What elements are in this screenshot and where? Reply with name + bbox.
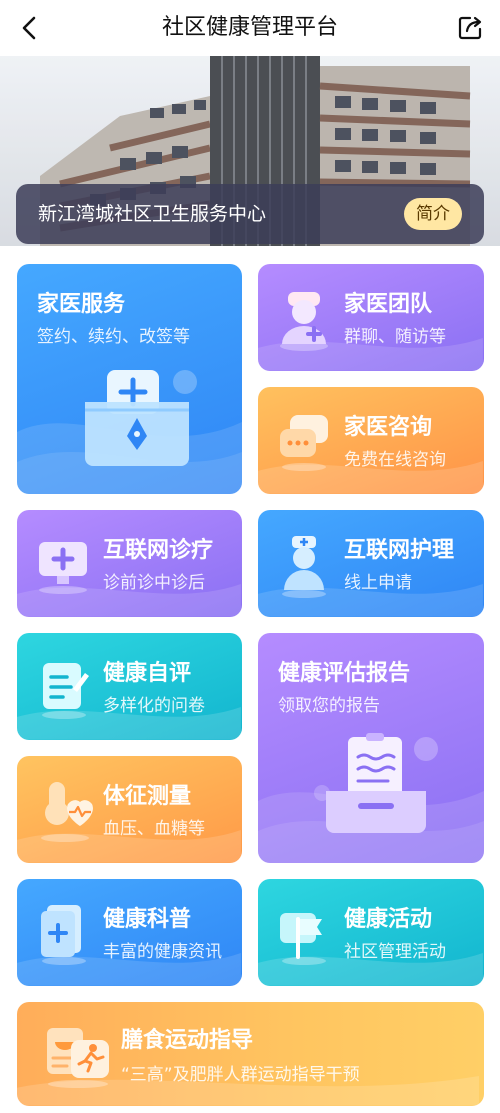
card-subtitle: 免费在线咨询 bbox=[344, 450, 446, 470]
card-subtitle: 丰富的健康资讯 bbox=[103, 942, 222, 962]
card-title: 家医服务 bbox=[37, 292, 126, 317]
vital-signs-card[interactable]: 体征测量 血压、血糖等 bbox=[17, 756, 242, 863]
card-title: 体征测量 bbox=[103, 784, 192, 809]
family-doctor-consult-card[interactable]: 家医咨询 免费在线咨询 bbox=[258, 387, 484, 494]
questionnaire-icon bbox=[42, 663, 89, 719]
health-activity-card[interactable]: 健康活动 社区管理活动 bbox=[258, 879, 484, 986]
health-assessment-report-card[interactable]: 健康评估报告 领取您的报告 bbox=[258, 633, 484, 863]
nurse-icon bbox=[282, 536, 326, 598]
card-title: 健康科普 bbox=[103, 907, 192, 932]
report-tray-icon bbox=[314, 733, 438, 833]
internet-clinic-card[interactable]: 互联网诊疗 诊前诊中诊后 bbox=[17, 510, 242, 617]
medical-book-icon bbox=[41, 905, 86, 965]
card-subtitle: “三高”及肥胖人群运动指导干预 bbox=[121, 1065, 360, 1085]
family-doctor-team-card[interactable]: 家医团队 群聊、随访等 bbox=[258, 264, 484, 371]
flag-icon bbox=[280, 913, 326, 965]
diet-exercise-guidance-card[interactable]: 膳食运动指导 “三高”及肥胖人群运动指导干预 bbox=[17, 1002, 484, 1106]
diet-exercise-icon bbox=[47, 1028, 109, 1088]
card-title: 健康评估报告 bbox=[278, 661, 411, 686]
card-title: 膳食运动指导 bbox=[121, 1028, 254, 1053]
card-title: 家医咨询 bbox=[344, 415, 433, 440]
intro-button[interactable]: 简介 bbox=[404, 198, 462, 230]
heart-rate-icon bbox=[41, 782, 93, 842]
card-subtitle: 签约、续约、改签等 bbox=[37, 327, 190, 347]
card-title: 健康自评 bbox=[103, 661, 192, 686]
family-doctor-service-card[interactable]: 家医服务 签约、续约、改签等 bbox=[17, 264, 242, 494]
card-title: 家医团队 bbox=[344, 292, 433, 317]
card-title: 健康活动 bbox=[344, 907, 433, 932]
health-science-card[interactable]: 健康科普 丰富的健康资讯 bbox=[17, 879, 242, 986]
card-subtitle: 诊前诊中诊后 bbox=[103, 573, 205, 593]
top-nav-bar: 社区健康管理平台 bbox=[0, 0, 500, 56]
center-caption-bar: 新江湾城社区卫生服务中心 简介 bbox=[16, 184, 484, 244]
page-title: 社区健康管理平台 bbox=[161, 15, 338, 40]
card-subtitle: 线上申请 bbox=[344, 573, 412, 593]
doctor-avatar-icon bbox=[280, 292, 328, 351]
center-name: 新江湾城社区卫生服务中心 bbox=[38, 203, 267, 225]
health-self-assessment-card[interactable]: 健康自评 多样化的问卷 bbox=[17, 633, 242, 740]
card-title: 互联网诊疗 bbox=[103, 538, 214, 563]
internet-nursing-card[interactable]: 互联网护理 线上申请 bbox=[258, 510, 484, 617]
folder-pen-icon bbox=[85, 370, 197, 466]
card-subtitle: 社区管理活动 bbox=[344, 942, 446, 962]
chat-bubbles-icon bbox=[280, 415, 328, 471]
card-subtitle: 血压、血糖等 bbox=[103, 819, 205, 839]
card-subtitle: 多样化的问卷 bbox=[103, 696, 205, 716]
share-icon[interactable] bbox=[456, 14, 484, 42]
card-subtitle: 群聊、随访等 bbox=[344, 327, 446, 347]
monitor-medical-icon bbox=[39, 542, 87, 594]
card-title: 互联网护理 bbox=[344, 538, 455, 563]
card-subtitle: 领取您的报告 bbox=[278, 696, 380, 716]
